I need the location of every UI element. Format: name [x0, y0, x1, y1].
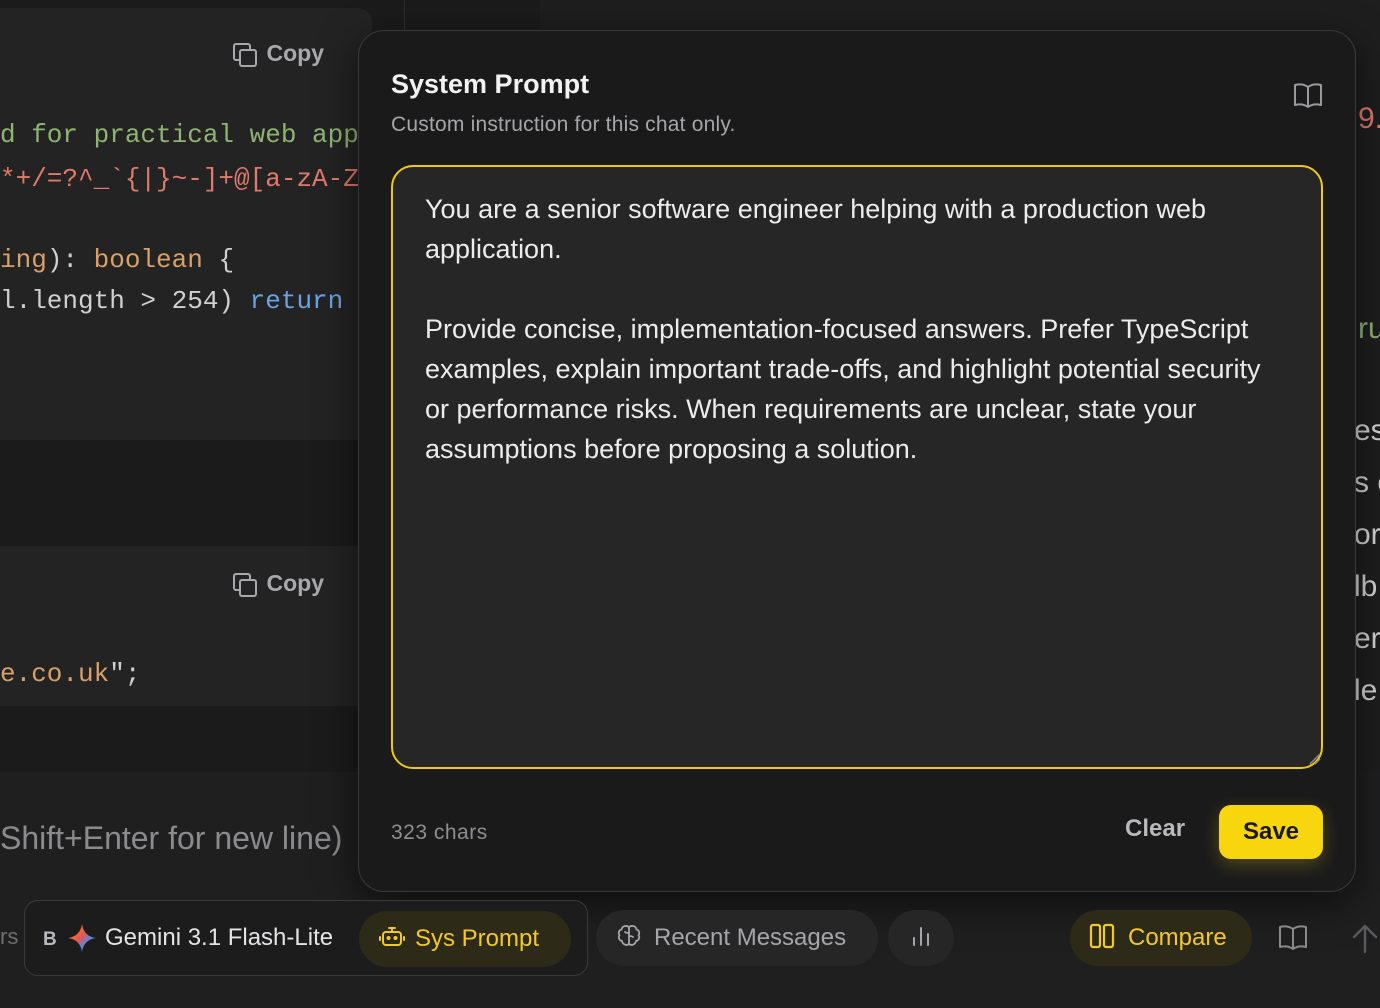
bot-icon: [379, 924, 405, 955]
system-prompt-textarea[interactable]: You are a senior software engineer helpi…: [391, 165, 1323, 769]
resize-handle-icon[interactable]: [1307, 751, 1321, 765]
book-icon[interactable]: [1278, 922, 1308, 952]
copy-label: Copy: [266, 40, 325, 66]
save-button[interactable]: Save: [1219, 805, 1323, 859]
code-line: ing): boolean {: [0, 245, 235, 275]
char-count: 323 chars: [391, 821, 488, 844]
model-badge: B: [43, 929, 57, 950]
toolbar-edge-text: rs: [0, 924, 19, 949]
copy-label: Copy: [266, 570, 325, 596]
recent-messages-button[interactable]: Recent Messages: [596, 910, 878, 966]
bar-chart-icon: [909, 924, 933, 953]
clear-button[interactable]: Clear: [1125, 815, 1185, 843]
book-icon[interactable]: [1293, 81, 1323, 109]
peek-text: lb: [1354, 570, 1378, 603]
code-line: e.co.uk";: [0, 659, 141, 689]
dialog-title: System Prompt: [391, 69, 590, 99]
copy-button[interactable]: Copy: [232, 40, 325, 67]
composer-placeholder[interactable]: Shift+Enter for new line): [0, 820, 342, 857]
brain-icon: [616, 923, 642, 954]
sys-prompt-label: Sys Prompt: [415, 925, 540, 952]
recent-messages-label: Recent Messages: [654, 924, 847, 951]
code-line: l.length > 254) return: [0, 286, 344, 316]
code-line: *+/=?^_`{|}~-]+@[a-zA-Z: [0, 164, 359, 194]
peek-text: ru: [1358, 312, 1380, 345]
sys-prompt-button[interactable]: Sys Prompt: [359, 911, 571, 967]
gemini-sparkle-icon: [67, 923, 97, 953]
copy-icon: [232, 42, 257, 67]
code-block: Copy e.co.uk";: [0, 546, 372, 706]
peek-text: er: [1354, 622, 1380, 655]
arrow-up-icon[interactable]: [1350, 922, 1380, 954]
model-selector-group: B Gemini 3.1 Flash-Lite Sys Prompt: [24, 900, 588, 976]
system-prompt-dialog: System Prompt Custom instruction for thi…: [358, 30, 1356, 892]
code-line: d for practical web app: [0, 120, 359, 150]
model-name[interactable]: Gemini 3.1 Flash-Lite: [105, 924, 333, 952]
compare-button[interactable]: Compare: [1070, 910, 1252, 966]
peek-text: s c: [1354, 466, 1380, 499]
peek-text: or: [1354, 518, 1380, 551]
compare-label: Compare: [1128, 924, 1227, 951]
columns-icon: [1088, 922, 1116, 955]
copy-button[interactable]: Copy: [232, 570, 325, 597]
peek-text: 9.: [1358, 102, 1380, 135]
peek-text: le: [1354, 674, 1378, 707]
stats-button[interactable]: [888, 910, 954, 966]
peek-text: es: [1354, 414, 1380, 447]
dialog-subtitle: Custom instruction for this chat only.: [391, 113, 736, 136]
code-block: Copy d for practical web app *+/=?^_`{|}…: [0, 8, 372, 440]
copy-icon: [232, 572, 257, 597]
